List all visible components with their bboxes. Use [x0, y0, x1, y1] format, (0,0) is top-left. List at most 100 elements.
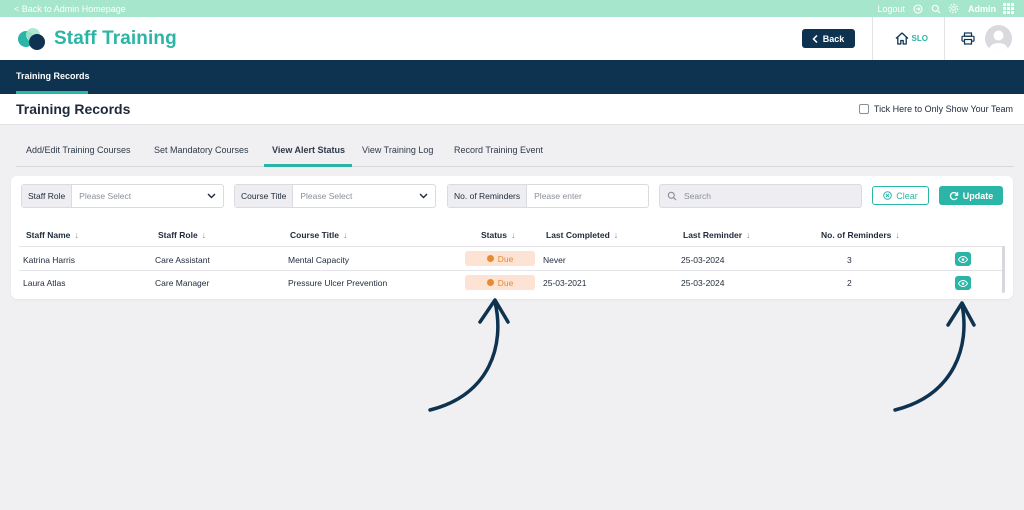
eye-icon	[958, 279, 968, 287]
back-button[interactable]: Back	[801, 29, 855, 48]
tab-set-mandatory-courses[interactable]: Set Mandatory Courses	[154, 145, 249, 155]
cell-course-title: Mental Capacity	[288, 255, 349, 265]
staff-role-filter-label: Staff Role	[22, 185, 73, 207]
alert-dot-icon	[486, 255, 494, 262]
column-header-course-title[interactable]: Course Title ↓	[290, 230, 347, 240]
avatar[interactable]	[985, 25, 1012, 52]
tab-view-training-log[interactable]: View Training Log	[362, 145, 433, 155]
cell-staff-name: Katrina Harris	[23, 255, 75, 265]
home-label: SLO	[911, 34, 928, 43]
staff-role-select[interactable]: Please Select	[72, 185, 223, 207]
team-filter-toggle: Tick Here to Only Show Your Team	[858, 104, 1013, 114]
cell-last-reminder: 25-03-2024	[681, 255, 725, 265]
sort-arrow-icon: ↓	[613, 230, 619, 240]
tab-add-edit-training-courses[interactable]: Add/Edit Training Courses	[26, 145, 131, 155]
apps-grid-icon[interactable]	[1003, 3, 1014, 14]
alert-status-panel: Staff Role Please Select Course Title Pl…	[11, 176, 1013, 299]
column-header-label: Status	[481, 230, 507, 240]
view-button[interactable]	[955, 252, 971, 266]
arrow-icon-status	[428, 298, 510, 412]
column-header-label: Last Reminder	[683, 230, 743, 240]
course-title-select[interactable]: Please Select	[293, 185, 435, 207]
search-placeholder: Search	[684, 191, 711, 201]
status-badge-label: Due	[497, 253, 514, 264]
status-badge: Due	[465, 251, 535, 266]
column-header-status[interactable]: Status ↓	[481, 230, 515, 240]
clear-button-label: Clear	[896, 190, 918, 201]
column-header-staff-role[interactable]: Staff Role ↓	[158, 230, 206, 240]
reminders-input[interactable]: Please enter	[527, 185, 648, 207]
logout-link[interactable]: Logout	[877, 4, 905, 14]
sort-arrow-icon: ↓	[746, 230, 751, 240]
clear-button[interactable]: Clear	[872, 186, 929, 205]
search-icon[interactable]	[930, 3, 941, 14]
logo-icon	[18, 27, 45, 50]
column-header-label: Course Title	[290, 230, 339, 240]
chevron-down-icon	[207, 193, 216, 199]
arrow-icon-view	[893, 301, 976, 412]
team-filter-checkbox[interactable]	[858, 104, 869, 114]
cell-course-title: Pressure Ulcer Prevention	[288, 278, 388, 288]
close-circle-icon	[883, 191, 893, 200]
cell-reminders: 3	[847, 255, 852, 265]
sort-arrow-icon: ↓	[895, 230, 900, 240]
top-bar: < Back to Admin Homepage Logout Admin	[0, 0, 1024, 17]
reminders-input-placeholder: Please enter	[534, 191, 582, 201]
course-title-filter-label: Course Title	[235, 185, 294, 207]
printer-icon	[961, 32, 975, 45]
refresh-icon	[949, 191, 958, 200]
cell-staff-role: Care Manager	[155, 278, 210, 288]
header-divider	[871, 17, 873, 60]
status-badge-label: Due	[497, 277, 514, 288]
tab-record-training-event[interactable]: Record Training Event	[454, 145, 543, 155]
reminders-filter-label: No. of Reminders	[448, 185, 528, 207]
course-title-select-value: Please Select	[300, 191, 353, 201]
update-button-label: Update	[962, 190, 994, 201]
cell-last-completed: 25-03-2021	[543, 278, 587, 288]
page-title: Training Records	[16, 101, 131, 117]
tab-active-indicator	[264, 164, 352, 167]
table-scrollbar[interactable]	[1002, 246, 1005, 293]
view-button[interactable]	[955, 276, 971, 290]
search-input[interactable]: Search	[659, 184, 862, 208]
sort-arrow-icon: ↓	[74, 230, 79, 240]
header-actions: Back SLO	[801, 17, 1012, 60]
home-button[interactable]: SLO	[895, 32, 928, 45]
column-header-label: Staff Role	[158, 230, 198, 240]
chevron-down-icon	[419, 193, 428, 199]
cell-reminders: 2	[847, 278, 852, 288]
table-divider	[19, 270, 1005, 271]
gear-icon[interactable]	[948, 3, 959, 14]
cell-last-reminder: 25-03-2024	[681, 278, 725, 288]
app-logo[interactable]: Staff Training	[16, 27, 177, 51]
alert-dot-icon	[486, 279, 494, 286]
app-title: Staff Training	[54, 27, 177, 49]
back-to-admin-link[interactable]: < Back to Admin Homepage	[14, 4, 126, 14]
column-header-label: Last Completed	[546, 230, 610, 240]
sort-arrow-icon: ↓	[510, 230, 516, 240]
update-button[interactable]: Update	[939, 186, 1003, 205]
cell-last-completed: Never	[543, 255, 566, 265]
column-header-reminders[interactable]: No. of Reminders ↓	[821, 230, 900, 240]
back-button-label: Back	[822, 33, 845, 44]
print-button[interactable]	[961, 32, 975, 45]
cell-staff-name: Laura Atlas	[23, 278, 66, 288]
page-title-bar: Training Records Tick Here to Only Show …	[0, 94, 1024, 125]
column-header-staff-name[interactable]: Staff Name ↓	[26, 230, 79, 240]
reminders-filter: No. of Reminders Please enter	[447, 184, 649, 208]
column-header-last-reminder[interactable]: Last Reminder ↓	[683, 230, 751, 240]
team-filter-label[interactable]: Tick Here to Only Show Your Team	[874, 104, 1013, 114]
table-divider	[19, 246, 1005, 247]
admin-label[interactable]: Admin	[968, 4, 996, 14]
logout-icon[interactable]	[912, 3, 923, 14]
nav-item-training-records[interactable]: Training Records	[16, 71, 90, 81]
search-icon	[667, 191, 677, 201]
main-nav: Training Records	[0, 60, 1024, 94]
course-title-filter: Course Title Please Select	[234, 184, 436, 208]
chevron-left-icon	[812, 34, 818, 43]
column-header-label: Staff Name	[26, 230, 71, 240]
sort-arrow-icon: ↓	[201, 230, 207, 240]
tab-view-alert-status[interactable]: View Alert Status	[272, 145, 345, 155]
column-header-last-completed[interactable]: Last Completed ↓	[546, 230, 618, 240]
app-header: Staff Training Back SLO	[0, 17, 1024, 60]
